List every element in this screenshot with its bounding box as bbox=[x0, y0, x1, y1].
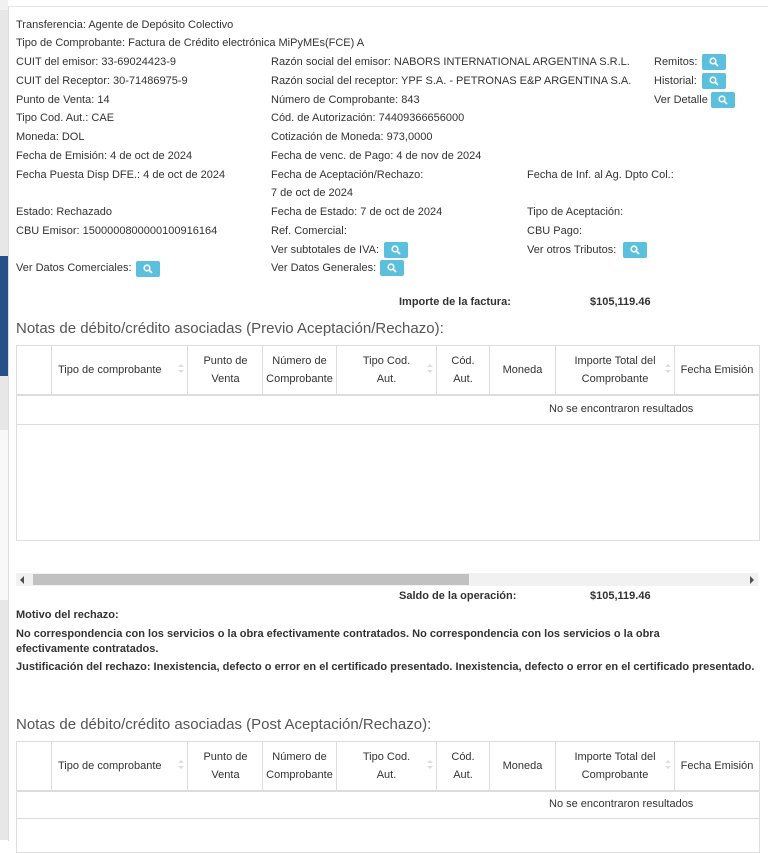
search-icon bbox=[718, 95, 728, 105]
col-select[interactable] bbox=[17, 346, 52, 394]
ref-comercial-text: Ref. Comercial: bbox=[271, 225, 347, 237]
tipo-comprobante-text: Tipo de Comprobante: Factura de Crédito … bbox=[16, 37, 365, 49]
search-icon bbox=[387, 263, 397, 273]
sort-icon bbox=[178, 760, 184, 772]
tipo-cod-aut-text: Tipo Cod. Aut.: CAE bbox=[16, 112, 115, 124]
tipo-aceptacion-text: Tipo de Aceptación: bbox=[527, 206, 624, 218]
pre-notes-table: Tipo de comprobante Punto de Venta Númer… bbox=[16, 345, 760, 541]
saldo-label: Saldo de la operación: bbox=[399, 590, 517, 602]
col-numero-comprobante[interactable]: Número de Comprobante bbox=[263, 742, 337, 790]
post-notes-table: Tipo de comprobante Punto de Venta Númer… bbox=[16, 741, 760, 853]
saldo-value: $105,119.46 bbox=[590, 590, 651, 602]
ver-detalle-label: Ver Detalle bbox=[654, 94, 708, 106]
sort-icon bbox=[665, 760, 671, 772]
punto-venta-text: Punto de Venta: 14 bbox=[16, 94, 110, 106]
cuit-emisor-text: CUIT del emisor: 33-69024423-9 bbox=[16, 56, 176, 68]
sort-icon bbox=[665, 364, 671, 376]
section-post-title: Notas de débito/crédito asociadas (Post … bbox=[16, 716, 432, 733]
numero-comprobante-text: Número de Comprobante: 843 bbox=[271, 94, 420, 106]
razon-emisor-text: Razón social del emisor: NABORS INTERNAT… bbox=[271, 56, 630, 68]
search-icon bbox=[709, 57, 719, 67]
remitos-label: Remitos: bbox=[654, 56, 698, 68]
fecha-aceptacion-label: Fecha de Aceptación/Rechazo: bbox=[271, 169, 424, 181]
col-tipo-cod-aut[interactable]: Tipo Cod. Aut. bbox=[337, 742, 437, 790]
search-icon bbox=[709, 76, 719, 86]
col-tipo-comprobante[interactable]: Tipo de comprobante bbox=[52, 742, 188, 790]
ver-otros-tributos-label: Ver otros Tributos: bbox=[527, 244, 617, 256]
cod-autorizacion-text: Cód. de Autorización: 74409366656000 bbox=[271, 112, 465, 124]
scrollbar-thumb[interactable] bbox=[33, 574, 469, 585]
background-strip-blue bbox=[0, 256, 8, 376]
scroll-right-icon[interactable] bbox=[750, 576, 754, 584]
cbu-emisor-text: CBU Emisor: 1500000800000100916164 bbox=[16, 225, 218, 237]
subtotales-search-button[interactable] bbox=[384, 242, 408, 258]
cbu-pago-text: CBU Pago: bbox=[527, 225, 583, 237]
sort-icon bbox=[427, 364, 433, 376]
historial-search-button[interactable] bbox=[702, 73, 726, 89]
col-fecha-emision[interactable]: Fecha Emisión bbox=[675, 346, 759, 394]
background-window-edge bbox=[0, 0, 8, 840]
col-importe-total[interactable]: Importe Total del Comprobante bbox=[556, 742, 675, 790]
pre-no-results: No se encontraron resultados bbox=[549, 403, 694, 415]
col-punto-venta[interactable]: Punto de Venta bbox=[189, 742, 263, 790]
col-fecha-emision[interactable]: Fecha Emisión bbox=[675, 742, 759, 790]
transferencia-text: Transferencia: Agente de Depósito Colect… bbox=[16, 19, 234, 31]
post-table-header: Tipo de comprobante Punto de Venta Númer… bbox=[17, 742, 759, 792]
otros-tributos-search-button[interactable] bbox=[623, 242, 647, 258]
datos-comerciales-search-button[interactable] bbox=[136, 261, 160, 277]
razon-receptor-text: Razón social del receptor: YPF S.A. - PE… bbox=[271, 75, 632, 87]
estado-text: Estado: Rechazado bbox=[16, 206, 113, 218]
background-strip-light bbox=[0, 430, 8, 600]
fecha-estado-text: Fecha de Estado: 7 de oct de 2024 bbox=[271, 206, 443, 218]
historial-label: Historial: bbox=[654, 75, 697, 87]
search-icon bbox=[630, 245, 640, 255]
col-cod-aut[interactable]: Cód. Aut. bbox=[437, 742, 490, 790]
motivo-rechazo-text: No correspondencia con los servicios o l… bbox=[16, 628, 660, 655]
search-icon bbox=[143, 264, 153, 274]
col-importe-total[interactable]: Importe Total del Comprobante bbox=[556, 346, 675, 394]
col-punto-venta[interactable]: Punto de Venta bbox=[189, 346, 263, 394]
col-select[interactable] bbox=[17, 742, 52, 790]
ver-datos-comerciales-label: Ver Datos Comerciales: bbox=[16, 262, 132, 274]
fecha-venc-pago-text: Fecha de venc. de Pago: 4 de nov de 2024 bbox=[271, 150, 482, 162]
post-table-row: No se encontraron resultados bbox=[17, 792, 759, 819]
datos-generales-search-button[interactable] bbox=[380, 260, 404, 276]
fecha-aceptacion-value: 7 de oct de 2024 bbox=[271, 187, 353, 199]
col-cod-aut[interactable]: Cód. Aut. bbox=[437, 346, 490, 394]
cotizacion-text: Cotización de Moneda: 973,0000 bbox=[271, 131, 433, 143]
sort-icon bbox=[178, 364, 184, 376]
fecha-inf-text: Fecha de Inf. al Ag. Dpto Col.: bbox=[527, 169, 674, 181]
remitos-search-button[interactable] bbox=[702, 54, 726, 70]
cuit-receptor-text: CUIT del Receptor: 30-71486975-9 bbox=[16, 75, 188, 87]
scroll-left-icon[interactable] bbox=[20, 576, 24, 584]
ver-datos-generales-label: Ver Datos Generales: bbox=[271, 262, 377, 274]
pre-table-header: Tipo de comprobante Punto de Venta Númer… bbox=[17, 346, 759, 396]
section-pre-title: Notas de débito/crédito asociadas (Previ… bbox=[16, 320, 444, 337]
col-moneda[interactable]: Moneda bbox=[490, 742, 556, 790]
motivo-rechazo-label: Motivo del rechazo: bbox=[16, 609, 119, 621]
background-strip bbox=[0, 0, 8, 10]
pre-table-row: No se encontraron resultados bbox=[17, 396, 759, 425]
justificacion-rechazo-text: Justificación del rechazo: Inexistencia,… bbox=[16, 661, 755, 673]
horizontal-scrollbar[interactable] bbox=[16, 573, 758, 586]
fecha-emision-text: Fecha de Emisión: 4 de oct de 2024 bbox=[16, 150, 193, 162]
col-moneda[interactable]: Moneda bbox=[490, 346, 556, 394]
ver-subtotales-label: Ver subtotales de IVA: bbox=[271, 244, 380, 256]
col-tipo-cod-aut[interactable]: Tipo Cod. Aut. bbox=[337, 346, 437, 394]
search-icon bbox=[391, 245, 401, 255]
importe-factura-value: $105,119.46 bbox=[590, 296, 651, 308]
col-numero-comprobante[interactable]: Número de Comprobante bbox=[263, 346, 337, 394]
sort-icon bbox=[427, 760, 433, 772]
col-tipo-comprobante[interactable]: Tipo de comprobante bbox=[52, 346, 188, 394]
post-no-results: No se encontraron resultados bbox=[549, 798, 694, 810]
ver-detalle-search-button[interactable] bbox=[711, 92, 735, 108]
moneda-text: Moneda: DOL bbox=[16, 131, 85, 143]
fecha-puesta-text: Fecha Puesta Disp DFE.: 4 de oct de 2024 bbox=[16, 169, 226, 181]
importe-factura-label: Importe de la factura: bbox=[399, 296, 511, 308]
